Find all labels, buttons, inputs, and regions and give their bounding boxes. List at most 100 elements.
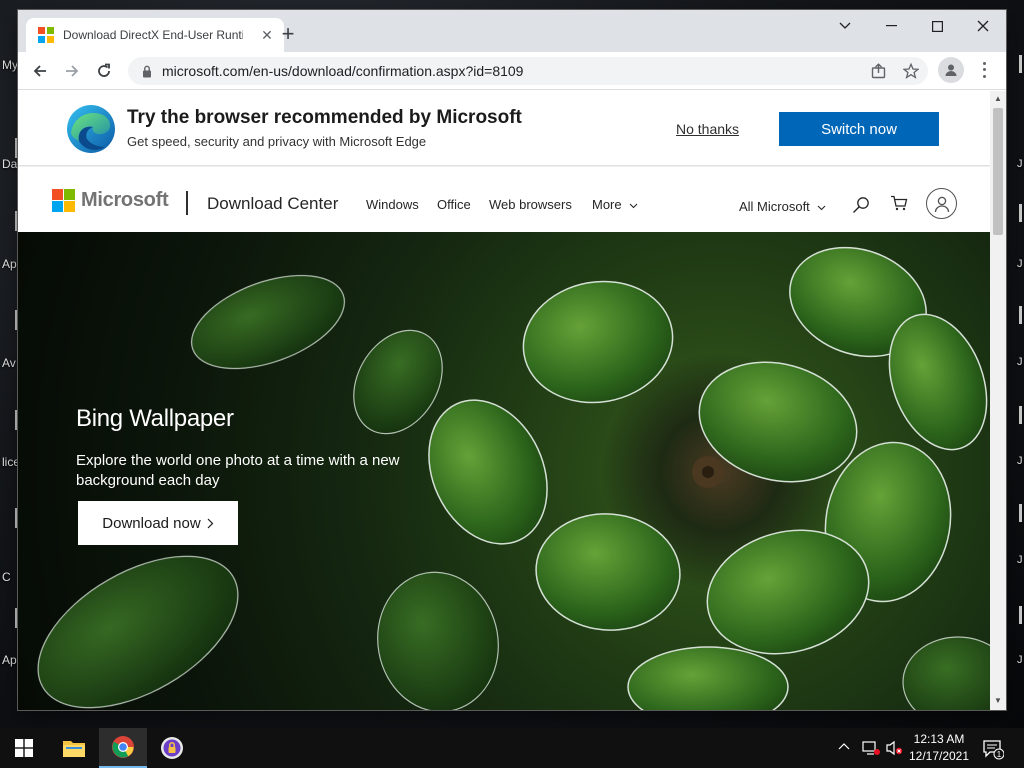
edge-banner-subtitle: Get speed, security and privacy with Mic… [127, 134, 427, 149]
clock-date: 12/17/2021 [908, 749, 970, 763]
chevron-down-icon [839, 22, 851, 29]
system-clock[interactable]: 12:13 AM 12/17/2021 [906, 731, 972, 765]
search-icon[interactable] [852, 196, 870, 214]
switch-now-button[interactable]: Switch now [779, 112, 939, 146]
edge-banner-title: Try the browser recommended by Microsoft [127, 107, 522, 128]
chrome-taskbar-button[interactable] [99, 728, 147, 768]
minimize-icon [885, 25, 897, 27]
nav-item-web-browsers[interactable]: Web browsers [489, 197, 572, 212]
desktop-icon[interactable] [1019, 204, 1022, 222]
arrow-left-icon [33, 65, 46, 77]
desktop-icon-label[interactable]: Da [2, 157, 17, 171]
back-button[interactable] [26, 57, 54, 85]
desktop-icon-label: J [1017, 554, 1023, 566]
download-now-button[interactable]: Download now [78, 501, 238, 545]
microsoft-logo-text: Microsoft [81, 189, 169, 211]
no-thanks-link[interactable]: No thanks [676, 121, 739, 137]
desktop-icon-label: J [1017, 455, 1023, 467]
desktop-icon[interactable] [1019, 55, 1022, 73]
hero-description: Explore the world one photo at a time wi… [76, 452, 400, 489]
close-icon [977, 20, 989, 32]
desktop-icon[interactable] [1019, 406, 1022, 424]
notification-count: 1 [997, 750, 1002, 759]
arrow-right-icon [66, 65, 79, 77]
url-text[interactable]: microsoft.com/en-us/download/confirmatio… [162, 63, 523, 79]
microsoft-favicon-icon [38, 27, 54, 43]
forward-button[interactable] [58, 57, 86, 85]
desktop-icon-label: J [1017, 356, 1023, 368]
nav-item-more[interactable]: More [592, 197, 638, 212]
browser-toolbar: microsoft.com/en-us/download/confirmatio… [18, 52, 1006, 90]
new-tab-button[interactable]: + [276, 23, 300, 47]
tab-title: Download DirectX End-User Runtime [63, 28, 243, 42]
lock-icon[interactable] [142, 65, 152, 78]
network-icon[interactable] [862, 740, 880, 756]
clock-time: 12:13 AM [913, 732, 965, 746]
site-header: Microsoft Download Center Windows Office… [18, 167, 990, 232]
microsoft-logo[interactable]: Microsoft [52, 189, 169, 212]
scroll-up-arrow-icon[interactable]: ▲ [994, 95, 1002, 103]
chevron-right-icon [207, 518, 214, 528]
download-now-label: Download now [102, 514, 201, 532]
nav-item-office[interactable]: Office [437, 197, 471, 212]
reload-button[interactable] [90, 57, 118, 85]
title-bar[interactable]: Download DirectX End-User Runtime ✕ + [18, 10, 1006, 52]
maximize-icon [931, 20, 943, 32]
desktop-icon-label[interactable]: Av [2, 356, 16, 370]
windows-logo-icon [15, 739, 33, 757]
tab-close-icon[interactable]: ✕ [259, 27, 275, 43]
microsoft-logo-icon [52, 189, 75, 212]
start-button[interactable] [0, 728, 48, 768]
edge-promo-banner: Try the browser recommended by Microsoft… [18, 91, 990, 166]
desktop-icon-label[interactable]: C [2, 570, 11, 584]
folder-icon [63, 741, 85, 757]
microsoft-edge-logo-icon [67, 105, 115, 153]
desktop-icon[interactable] [1019, 306, 1022, 324]
browser-tab[interactable]: Download DirectX End-User Runtime ✕ [26, 18, 284, 52]
all-microsoft-label: All Microsoft [739, 199, 810, 214]
page-scrollbar[interactable]: ▲ ▼ [990, 91, 1006, 710]
share-icon[interactable] [871, 63, 887, 79]
desktop-icon-label[interactable]: Ap [2, 257, 17, 271]
browser-menu-icon[interactable] [976, 60, 992, 80]
hero-banner: Bing Wallpaper Explore the world one pho… [18, 232, 990, 710]
profile-avatar-icon[interactable] [938, 57, 964, 83]
shield-lock-icon [161, 737, 183, 759]
file-explorer-button[interactable] [50, 728, 98, 768]
vpn-app-button[interactable] [148, 728, 196, 768]
scroll-thumb[interactable] [993, 108, 1003, 235]
page-viewport: Try the browser recommended by Microsoft… [18, 91, 990, 710]
cart-icon[interactable] [890, 195, 908, 211]
chevron-down-icon [629, 203, 638, 209]
close-window-button[interactable] [960, 10, 1006, 42]
nav-item-more-label: More [592, 197, 622, 212]
desktop-icon-label[interactable]: My [2, 58, 18, 72]
site-title[interactable]: Download Center [207, 194, 338, 214]
address-bar[interactable]: microsoft.com/en-us/download/confirmatio… [128, 57, 928, 85]
desktop-icon[interactable] [1019, 504, 1022, 522]
volume-muted-icon[interactable] [886, 740, 904, 756]
account-avatar-icon[interactable] [926, 188, 957, 219]
notification-icon: 1 [983, 740, 1005, 760]
chrome-icon [112, 736, 134, 758]
desktop-icon-label: J [1017, 258, 1023, 270]
desktop-icon-label: J [1017, 654, 1023, 666]
browser-window: Download DirectX End-User Runtime ✕ + mi… [18, 10, 1006, 710]
show-hidden-icons-chevron-up-icon[interactable] [838, 742, 850, 750]
bookmark-star-icon[interactable] [903, 63, 919, 79]
hero-title: Bing Wallpaper [76, 405, 234, 432]
all-microsoft-menu[interactable]: All Microsoft [739, 199, 826, 214]
action-center-button[interactable]: 1 [982, 738, 1005, 765]
reload-icon [98, 63, 110, 77]
desktop-icon-label[interactable]: Ap [2, 653, 17, 667]
header-divider [186, 191, 188, 215]
tab-search-button[interactable] [822, 10, 868, 42]
scroll-down-arrow-icon[interactable]: ▼ [994, 697, 1002, 705]
chevron-down-icon [818, 205, 826, 211]
minimize-button[interactable] [868, 10, 914, 42]
desktop-icon[interactable] [1019, 606, 1022, 624]
nav-item-windows[interactable]: Windows [366, 197, 419, 212]
maximize-button[interactable] [914, 10, 960, 42]
desktop-icon-label: J [1017, 158, 1023, 170]
taskbar: 12:13 AM 12/17/2021 1 [0, 728, 1024, 768]
